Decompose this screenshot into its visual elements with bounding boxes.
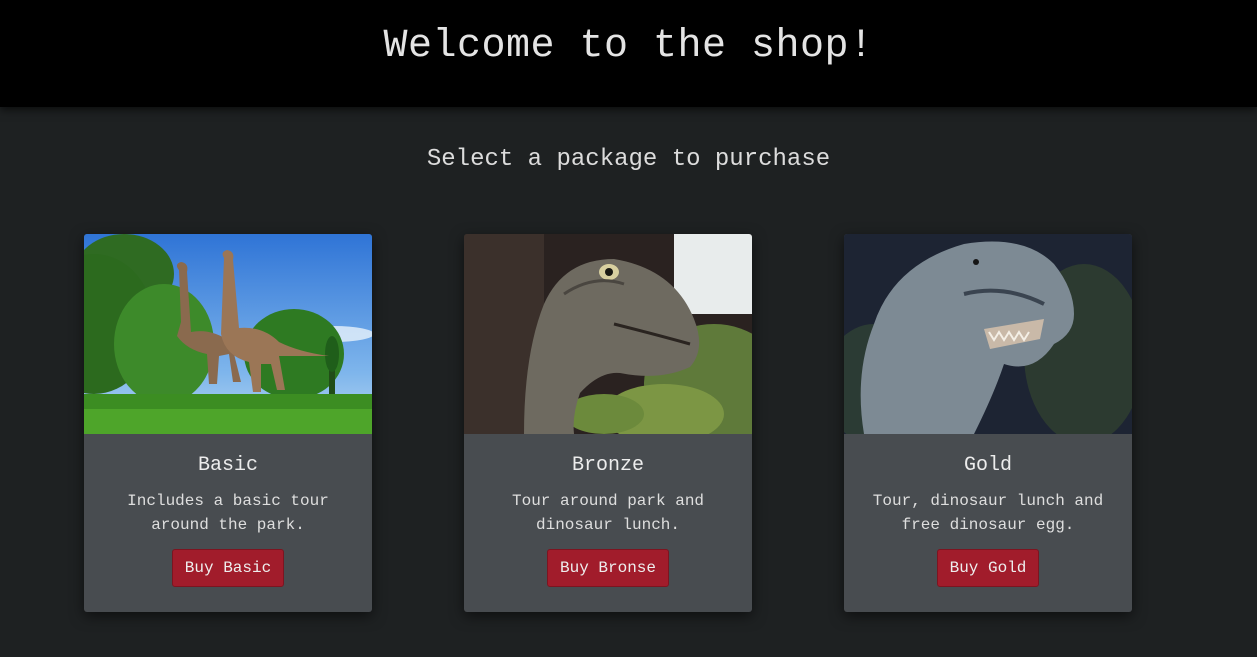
buy-basic-button[interactable]: Buy Basic: [171, 549, 285, 587]
package-card-basic: Basic Includes a basic tour around the p…: [84, 234, 372, 612]
package-description: Tour, dinosaur lunch and free dinosaur e…: [872, 492, 1104, 534]
t-rex-image: [844, 234, 1132, 434]
page-header: Welcome to the shop!: [0, 0, 1257, 107]
package-card-bronze: Bronze Tour around park and dinosaur lun…: [464, 234, 752, 612]
page-title: Welcome to the shop!: [383, 24, 874, 69]
package-title: Basic: [197, 454, 258, 477]
package-title: Bronze: [571, 454, 644, 477]
package-title: Gold: [963, 454, 1012, 477]
page-subtitle: Select a package to purchase: [426, 146, 831, 173]
package-card-gold: Gold Tour, dinosaur lunch and free dinos…: [844, 234, 1132, 612]
package-description: Tour around park and dinosaur lunch.: [511, 492, 705, 534]
velociraptor-image: [464, 234, 752, 434]
buy-gold-button[interactable]: Buy Gold: [936, 549, 1040, 587]
package-description: Includes a basic tour around the park.: [127, 492, 329, 534]
brachiosaurus-image: [84, 234, 372, 434]
buy-bronze-button[interactable]: Buy Bronse: [546, 549, 669, 587]
